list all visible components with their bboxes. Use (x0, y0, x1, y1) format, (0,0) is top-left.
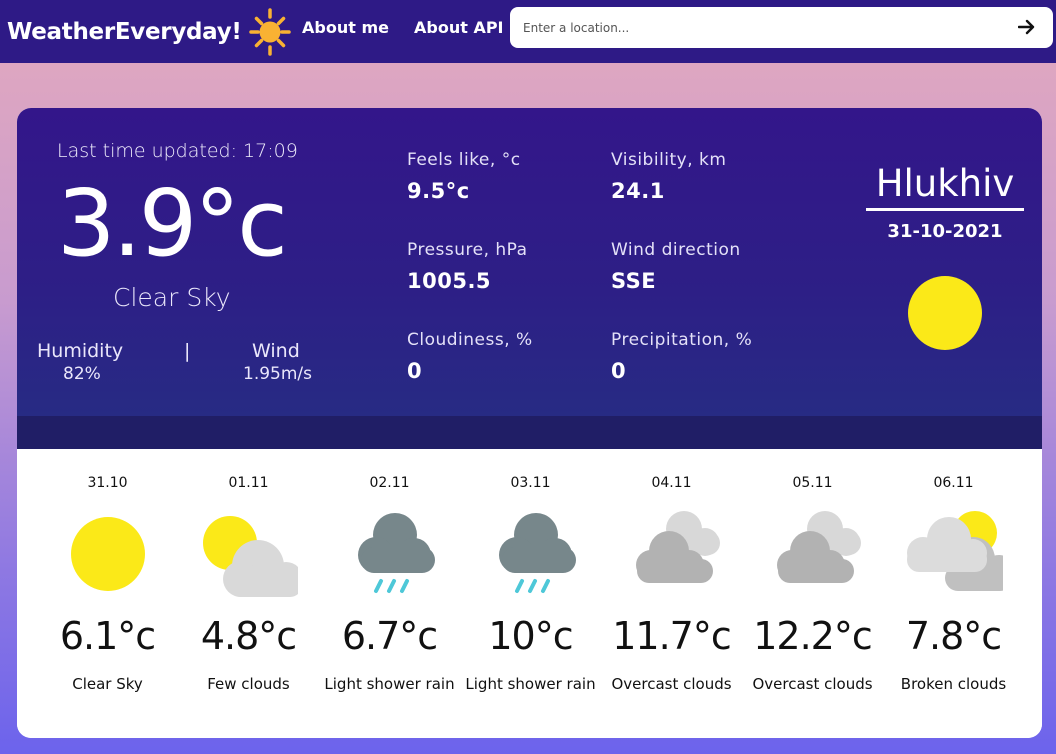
current-temperature: 3.9°c (57, 170, 288, 277)
forecast-temp: 12.2°c (753, 614, 873, 658)
forecast-date: 04.11 (651, 475, 692, 491)
overcast-icon (777, 511, 861, 583)
brand-name[interactable]: WeatherEveryday! (7, 19, 242, 45)
wind-label: Wind (252, 340, 300, 362)
sun-icon (71, 517, 145, 591)
stat-divider: | (184, 340, 191, 362)
forecast-date: 01.11 (228, 475, 269, 491)
forecast-date: 06.11 (933, 475, 974, 491)
feels-like-value: 9.5°c (407, 179, 470, 203)
precipitation-value: 0 (611, 359, 627, 383)
precipitation-label: Precipitation, % (611, 330, 753, 350)
cloudiness-value: 0 (407, 359, 423, 383)
search-bar (510, 7, 1053, 48)
forecast-desc: Few clouds (207, 675, 290, 693)
search-submit-button[interactable] (1015, 15, 1039, 39)
humidity-label: Humidity (37, 340, 124, 362)
forecast-temp: 7.8°c (905, 614, 1002, 658)
forecast-temp: 11.7°c (612, 614, 732, 658)
city-name: Hlukhiv (866, 162, 1024, 211)
wind-direction-label: Wind direction (611, 240, 741, 260)
rain-icon (358, 513, 435, 593)
forecast-desc: Light shower rain (324, 675, 455, 693)
overcast-icon (636, 511, 720, 583)
last-updated-text: Last time updated: 17:09 (57, 140, 298, 162)
humidity-value: 82% (63, 364, 101, 384)
forecast-date: 31.10 (87, 475, 128, 491)
forecast-desc: Overcast clouds (611, 675, 732, 693)
top-navbar: WeatherEveryday! About me About API (0, 0, 1056, 63)
forecast-desc: Broken clouds (900, 675, 1007, 693)
wind-direction-value: SSE (611, 269, 657, 293)
panel-divider-band (17, 416, 1042, 449)
forecast-temp: 6.1°c (59, 614, 156, 658)
nav-link-about-me[interactable]: About me (302, 18, 389, 37)
visibility-label: Visibility, km (611, 150, 727, 170)
feels-like-label: Feels like, °c (407, 150, 521, 170)
forecast-date: 05.11 (792, 475, 833, 491)
forecast-desc: Light shower rain (465, 675, 596, 693)
location-search-input[interactable] (523, 12, 993, 43)
forecast-temp: 6.7°c (341, 614, 438, 658)
current-condition: Clear Sky (113, 283, 231, 312)
wind-value: 1.95m/s (243, 364, 312, 384)
sun-icon (908, 276, 982, 350)
sun-cloud-icon (203, 516, 298, 597)
current-date: 31-10-2021 (887, 221, 1003, 242)
arrow-right-icon (1018, 19, 1035, 35)
brand[interactable]: WeatherEveryday! (0, 0, 292, 63)
sun-logo-icon (248, 7, 291, 56)
pressure-value: 1005.5 (407, 269, 492, 293)
forecast-temp: 10°c (488, 614, 573, 658)
forecast-date: 02.11 (369, 475, 410, 491)
current-weather-panel: Last time updated: 17:09 3.9°c Clear Sky… (17, 108, 1042, 416)
pressure-label: Pressure, hPa (407, 240, 528, 260)
forecast-desc: Overcast clouds (752, 675, 873, 693)
weather-card: Last time updated: 17:09 3.9°c Clear Sky… (17, 108, 1042, 738)
visibility-value: 24.1 (611, 179, 665, 203)
nav-link-about-api[interactable]: About API (414, 18, 504, 37)
forecast-date: 03.11 (510, 475, 551, 491)
cloudiness-label: Cloudiness, % (407, 330, 533, 350)
broken-clouds-icon (907, 511, 1003, 591)
forecast-temp: 4.8°c (200, 614, 297, 658)
rain-icon (499, 513, 576, 593)
forecast-desc: Clear Sky (72, 675, 143, 693)
forecast-row: 31.10 6.1°c Clear Sky 01.11 4.8°c Few cl… (17, 449, 1042, 738)
